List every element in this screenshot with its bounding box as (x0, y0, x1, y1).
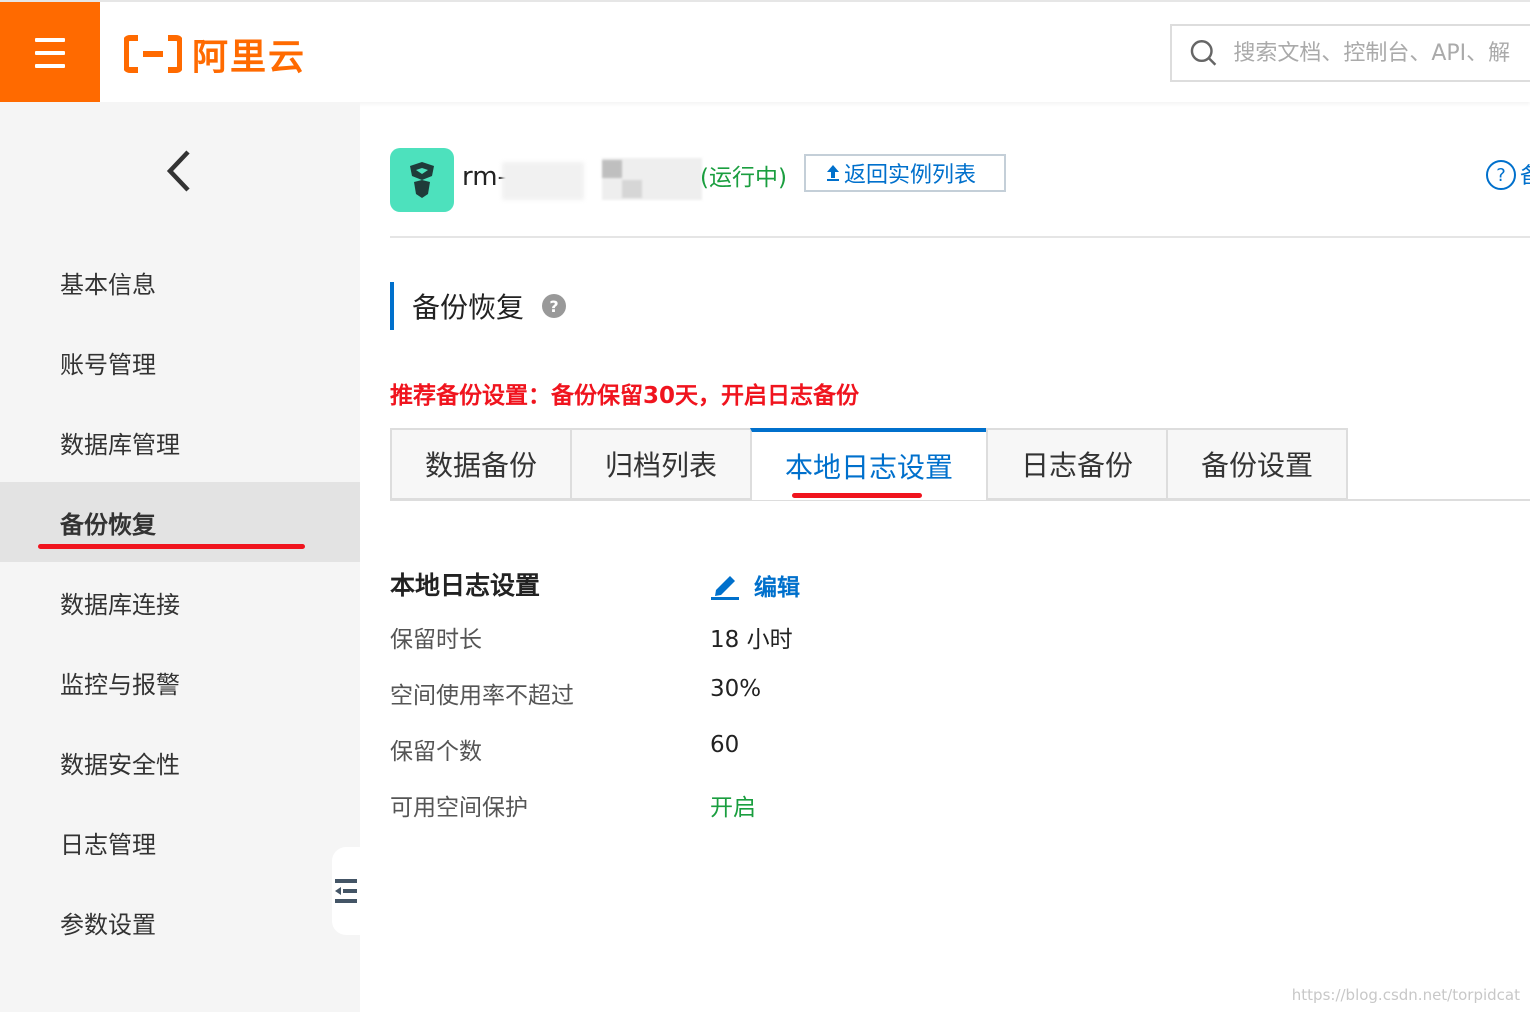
instance-header: rm- (运行中) 返回实例列表 ? 备 (390, 148, 1530, 238)
help-label-cut[interactable]: 备 (1520, 158, 1530, 188)
sidebar: 基本信息 账号管理 数据库管理 备份恢复 数据库连接 监控与报警 数据安全性 日… (0, 102, 360, 1012)
page-title-text: 备份恢复 (412, 291, 525, 324)
sidebar-item-label: 日志管理 (60, 830, 156, 859)
menu-line (35, 38, 65, 42)
recommendation-note: 推荐备份设置：备份保留30天，开启日志备份 (390, 383, 860, 409)
annotation-underline (38, 544, 305, 549)
sidebar-item-backup-restore[interactable]: 备份恢复 (0, 482, 360, 562)
edit-button[interactable]: 编辑 (710, 568, 800, 602)
tab-log-backup[interactable]: 日志备份 (986, 428, 1168, 500)
menu-line (35, 64, 65, 68)
rds-instance-icon (390, 148, 454, 212)
sidebar-item-label: 基本信息 (60, 270, 156, 299)
setting-label: 保留时长 (390, 627, 482, 653)
search-input[interactable] (1231, 39, 1530, 67)
back-button-label: 返回实例列表 (844, 163, 977, 188)
back-to-instance-list-button[interactable]: 返回实例列表 (804, 154, 1006, 192)
pencil-icon (711, 576, 739, 600)
upload-arrow-icon (827, 165, 839, 181)
help-icon[interactable]: ? (1486, 160, 1516, 190)
annotation-underline (792, 493, 922, 498)
setting-label: 可用空间保护 (390, 795, 528, 821)
instance-name: rm- (462, 162, 507, 192)
tab-local-log-settings[interactable]: 本地日志设置 (750, 428, 988, 500)
tab-backup-settings[interactable]: 备份设置 (1166, 428, 1348, 500)
sidebar-item-label: 数据库连接 (60, 590, 180, 619)
sidebar-item-label: 监控与报警 (60, 670, 180, 699)
sidebar-item-logs[interactable]: 日志管理 (0, 802, 360, 882)
search-box[interactable] (1170, 24, 1530, 82)
sidebar-item-label: 备份恢复 (60, 510, 156, 539)
setting-label: 空间使用率不超过 (390, 683, 574, 709)
database-icon (410, 162, 434, 198)
page-title: 备份恢复 ? (390, 282, 567, 330)
sidebar-item-label: 参数设置 (60, 910, 156, 939)
setting-row-retain-count: 保留个数 60 (390, 732, 1190, 772)
collapse-sidebar-button[interactable] (332, 847, 360, 935)
aliyun-logo[interactable]: 阿里云 (124, 32, 306, 78)
tab-label: 日志备份 (1020, 449, 1133, 482)
settings-title: 本地日志设置 (390, 571, 541, 600)
sidebar-item-basic-info[interactable]: 基本信息 (0, 242, 360, 322)
setting-value: 开启 (710, 795, 756, 821)
help-mark: ? (1496, 164, 1506, 186)
sidebar-item-databases[interactable]: 数据库管理 (0, 402, 360, 482)
instance-status: (运行中) (700, 165, 787, 191)
logo-text: 阿里云 (192, 37, 307, 78)
tab-label: 本地日志设置 (784, 451, 953, 484)
sidebar-item-label: 数据安全性 (60, 750, 180, 779)
sidebar-item-label: 账号管理 (60, 350, 156, 379)
menu-line (35, 51, 65, 55)
edit-label: 编辑 (754, 575, 800, 601)
redacted-text (602, 158, 702, 200)
collapse-menu-icon (335, 879, 357, 903)
search-icon (1190, 40, 1217, 66)
main-content: rm- (运行中) 返回实例列表 ? 备 备份恢复 ? 推荐备份设置：备份保留3… (360, 102, 1530, 1012)
tab-label: 数据备份 (424, 449, 537, 482)
setting-value: 60 (710, 732, 740, 758)
setting-label: 保留个数 (390, 739, 482, 765)
hamburger-menu-button[interactable] (0, 2, 100, 104)
setting-value: 18 小时 (710, 627, 793, 653)
setting-row-space-protection: 可用空间保护 开启 (390, 788, 1190, 828)
question-icon[interactable]: ? (542, 294, 567, 318)
aliyun-logo-icon (124, 35, 182, 73)
redacted-text (502, 162, 584, 200)
setting-value: 30% (710, 676, 762, 702)
sidebar-item-parameters[interactable]: 参数设置 (0, 882, 360, 962)
chevron-left-icon[interactable] (160, 146, 200, 196)
setting-row-space-usage: 空间使用率不超过 30% (390, 676, 1190, 716)
setting-row-retention: 保留时长 18 小时 (390, 620, 1190, 660)
sidebar-item-data-security[interactable]: 数据安全性 (0, 722, 360, 802)
tab-bar: 数据备份 归档列表 本地日志设置 日志备份 备份设置 (390, 428, 1348, 500)
sidebar-item-label: 数据库管理 (60, 430, 180, 459)
top-bar: 阿里云 (0, 0, 1530, 104)
tab-label: 归档列表 (604, 449, 717, 482)
tab-archive-list[interactable]: 归档列表 (570, 428, 752, 500)
tab-data-backup[interactable]: 数据备份 (390, 428, 572, 500)
sidebar-item-db-connection[interactable]: 数据库连接 (0, 562, 360, 642)
sidebar-item-accounts[interactable]: 账号管理 (0, 322, 360, 402)
watermark: https://blog.csdn.net/torpidcat (1291, 986, 1520, 1004)
sidebar-item-monitoring[interactable]: 监控与报警 (0, 642, 360, 722)
tab-label: 备份设置 (1200, 449, 1313, 482)
